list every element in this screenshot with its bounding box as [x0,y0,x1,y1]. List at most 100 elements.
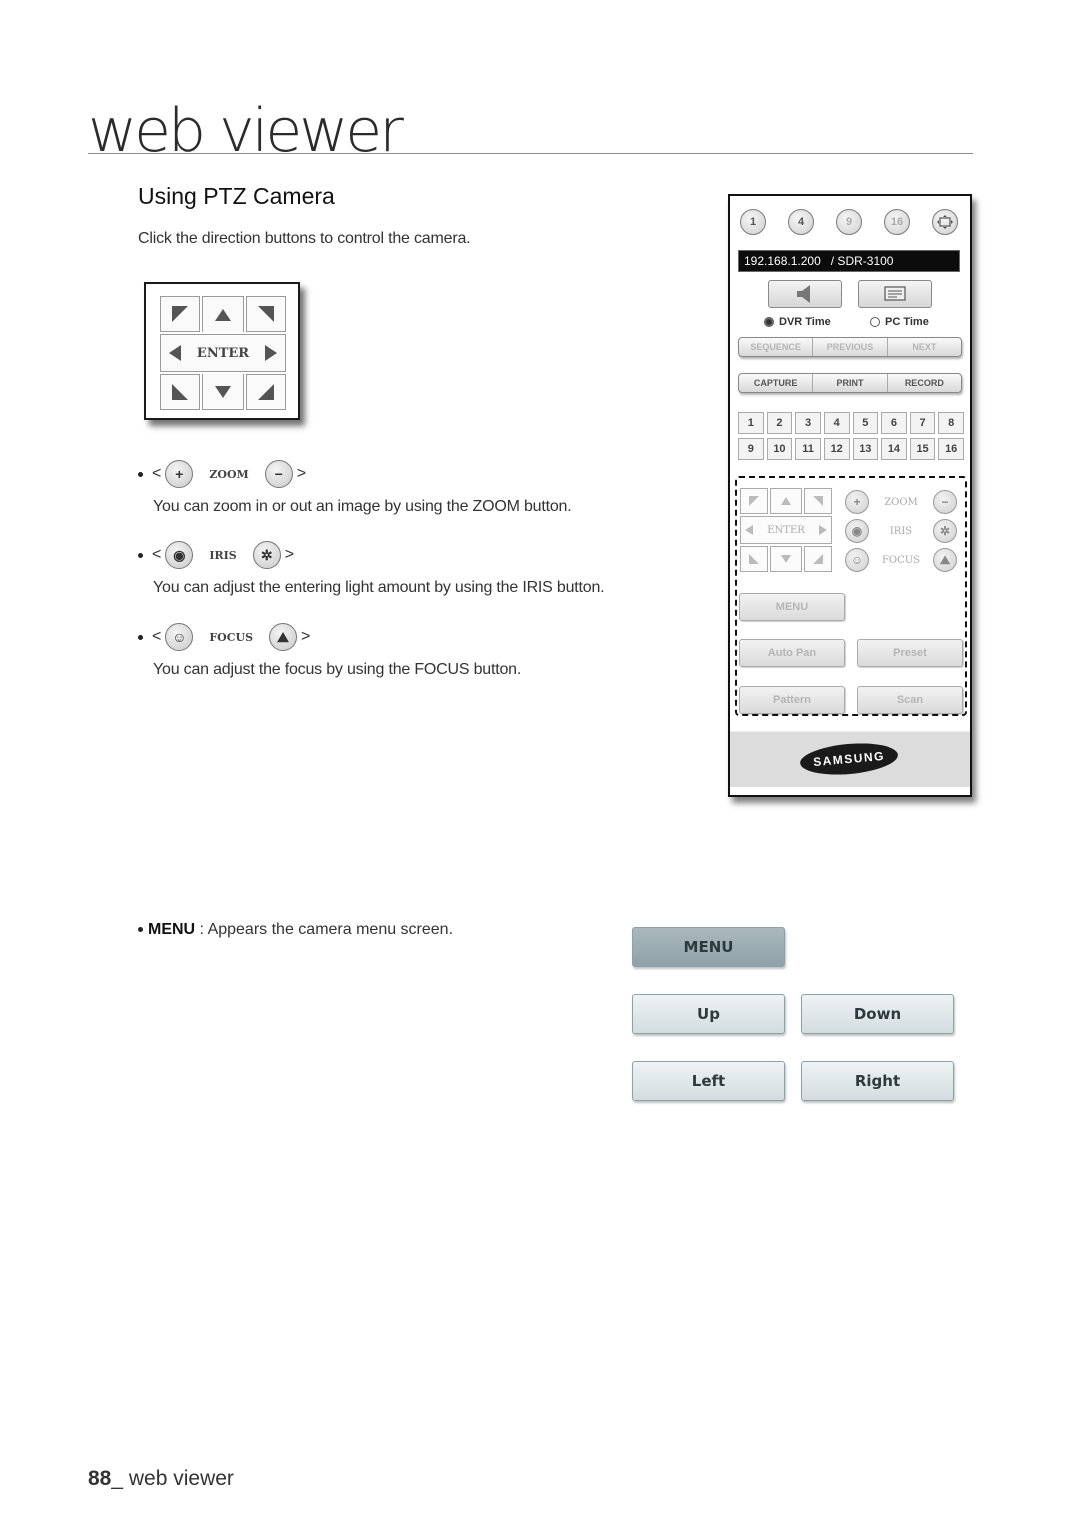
ptz-menu-button[interactable]: MENU [739,593,845,621]
tilt-up-button[interactable] [202,296,244,332]
arrow-up-left-icon [749,496,759,506]
split-screen-buttons: 1 4 9 16 [730,209,970,235]
preset-button[interactable]: Preset [857,639,963,667]
arrow-up-left-icon [172,306,188,322]
monitor-icon [884,286,906,301]
channel-button[interactable]: 12 [823,438,850,460]
section-title: Using PTZ Camera [138,183,335,209]
iris-description: You can adjust the entering light amount… [153,579,605,596]
bullet-dot [138,471,143,477]
brand-area: SAMSUNG [730,731,970,787]
pan-down-right-button[interactable] [246,374,286,410]
direction-pad-illustration: ENTER [144,282,300,420]
split-9-button[interactable]: 9 [836,209,862,235]
previous-button[interactable]: PREVIOUS [813,338,888,356]
channel-button[interactable]: 2 [766,412,793,434]
left-button[interactable]: Left [632,1061,785,1101]
pan-up-left-button[interactable] [740,488,768,514]
menu-button[interactable]: MENU [632,927,785,967]
iris-label: IRIS [209,548,237,562]
dvr-time-radio[interactable]: DVR Time [764,316,831,328]
iris-open-button[interactable]: ◉ [845,519,869,543]
ptz-direction-pad: ENTER [740,488,832,572]
radio-unselected-icon [870,317,880,328]
channel-button[interactable]: 11 [795,438,821,460]
focus-far-button[interactable]: ⛰ [932,548,957,572]
arrow-left-icon [169,345,181,361]
menu-description: : Appears the camera menu screen. [195,921,454,938]
pan-up-right-button[interactable] [246,296,286,332]
split-16-button[interactable]: 16 [884,209,910,235]
print-button[interactable]: PRINT [813,374,888,392]
tilt-down-button[interactable] [202,374,244,410]
capture-button[interactable]: CAPTURE [739,374,814,392]
channel-button[interactable]: 9 [738,438,764,460]
osd-button[interactable] [858,280,932,308]
channel-button[interactable]: 1 [738,412,764,434]
tilt-down-button[interactable] [770,546,802,572]
chapter-title: web viewer [88,96,404,166]
pan-up-right-button[interactable] [804,488,832,514]
radio-selected-icon [764,317,774,328]
channel-button[interactable]: 3 [795,412,821,434]
zoom-out-button[interactable]: − [933,490,957,514]
ip-address: 192.168.1.200 [744,254,821,268]
enter-button[interactable]: ENTER [160,334,286,372]
auto-pan-button[interactable]: Auto Pan [739,639,845,667]
channel-button[interactable]: 16 [938,438,964,460]
down-button[interactable]: Down [801,994,954,1034]
zoom-in-button[interactable]: + [845,490,869,514]
channel-button[interactable]: 15 [909,438,936,460]
scan-button[interactable]: Scan [857,686,963,714]
audio-button[interactable] [768,280,842,308]
arrow-up-icon [781,497,791,505]
fullscreen-icon[interactable] [932,209,958,235]
zoom-out-icon: − [264,460,293,488]
focus-bullet: < ☺ FOCUS ⛰ > [138,623,310,651]
zoom-in-icon: + [165,460,194,488]
iris-close-button[interactable]: ✲ [933,519,957,543]
channel-button[interactable]: 6 [881,412,907,434]
record-button[interactable]: RECORD [888,374,961,392]
pc-time-radio[interactable]: PC Time [870,316,929,328]
split-1-button[interactable]: 1 [740,209,766,235]
bracket-open: < [152,628,162,645]
channel-button[interactable]: 4 [823,412,850,434]
pan-down-left-button[interactable] [160,374,200,410]
dvr-time-label: DVR Time [779,316,831,328]
focus-far-icon: ⛰ [269,623,298,651]
arrow-down-right-icon [258,384,274,400]
channel-button[interactable]: 5 [852,412,879,434]
connection-info: 192.168.1.200 / SDR-3100 [738,250,960,272]
channel-button[interactable]: 13 [852,438,879,460]
zoom-description: You can zoom in or out an image by using… [153,498,572,515]
action-bar: CAPTURE PRINT RECORD [738,373,962,393]
channel-button[interactable]: 8 [938,412,964,434]
right-button[interactable]: Right [801,1061,954,1101]
iris-bullet: < ◉ IRIS ✲ > [138,541,294,569]
tilt-up-button[interactable] [770,488,802,514]
sequence-nav-bar: SEQUENCE PREVIOUS NEXT [738,337,962,357]
split-4-button[interactable]: 4 [788,209,814,235]
up-button[interactable]: Up [632,994,785,1034]
pan-down-left-button[interactable] [740,546,768,572]
focus-near-icon: ☺ [165,623,194,651]
enter-label: ENTER [767,524,805,536]
focus-label: FOCUS [209,630,254,644]
pattern-button[interactable]: Pattern [739,686,845,714]
pan-up-left-button[interactable] [160,296,200,332]
arrow-down-right-icon [813,554,823,564]
pan-down-right-button[interactable] [804,546,832,572]
channel-button[interactable]: 7 [909,412,936,434]
channel-button[interactable]: 14 [881,438,907,460]
zoom-label: ZOOM [209,467,249,481]
menu-term: MENU [148,921,196,938]
next-button[interactable]: NEXT [888,338,961,356]
focus-near-button[interactable]: ☺ [845,548,869,572]
bracket-open: < [152,546,162,563]
enter-button[interactable]: ENTER [740,516,832,544]
sequence-button[interactable]: SEQUENCE [739,338,814,356]
arrow-down-icon [781,555,791,563]
intro-text: Click the direction buttons to control t… [138,230,471,247]
channel-button[interactable]: 10 [766,438,793,460]
